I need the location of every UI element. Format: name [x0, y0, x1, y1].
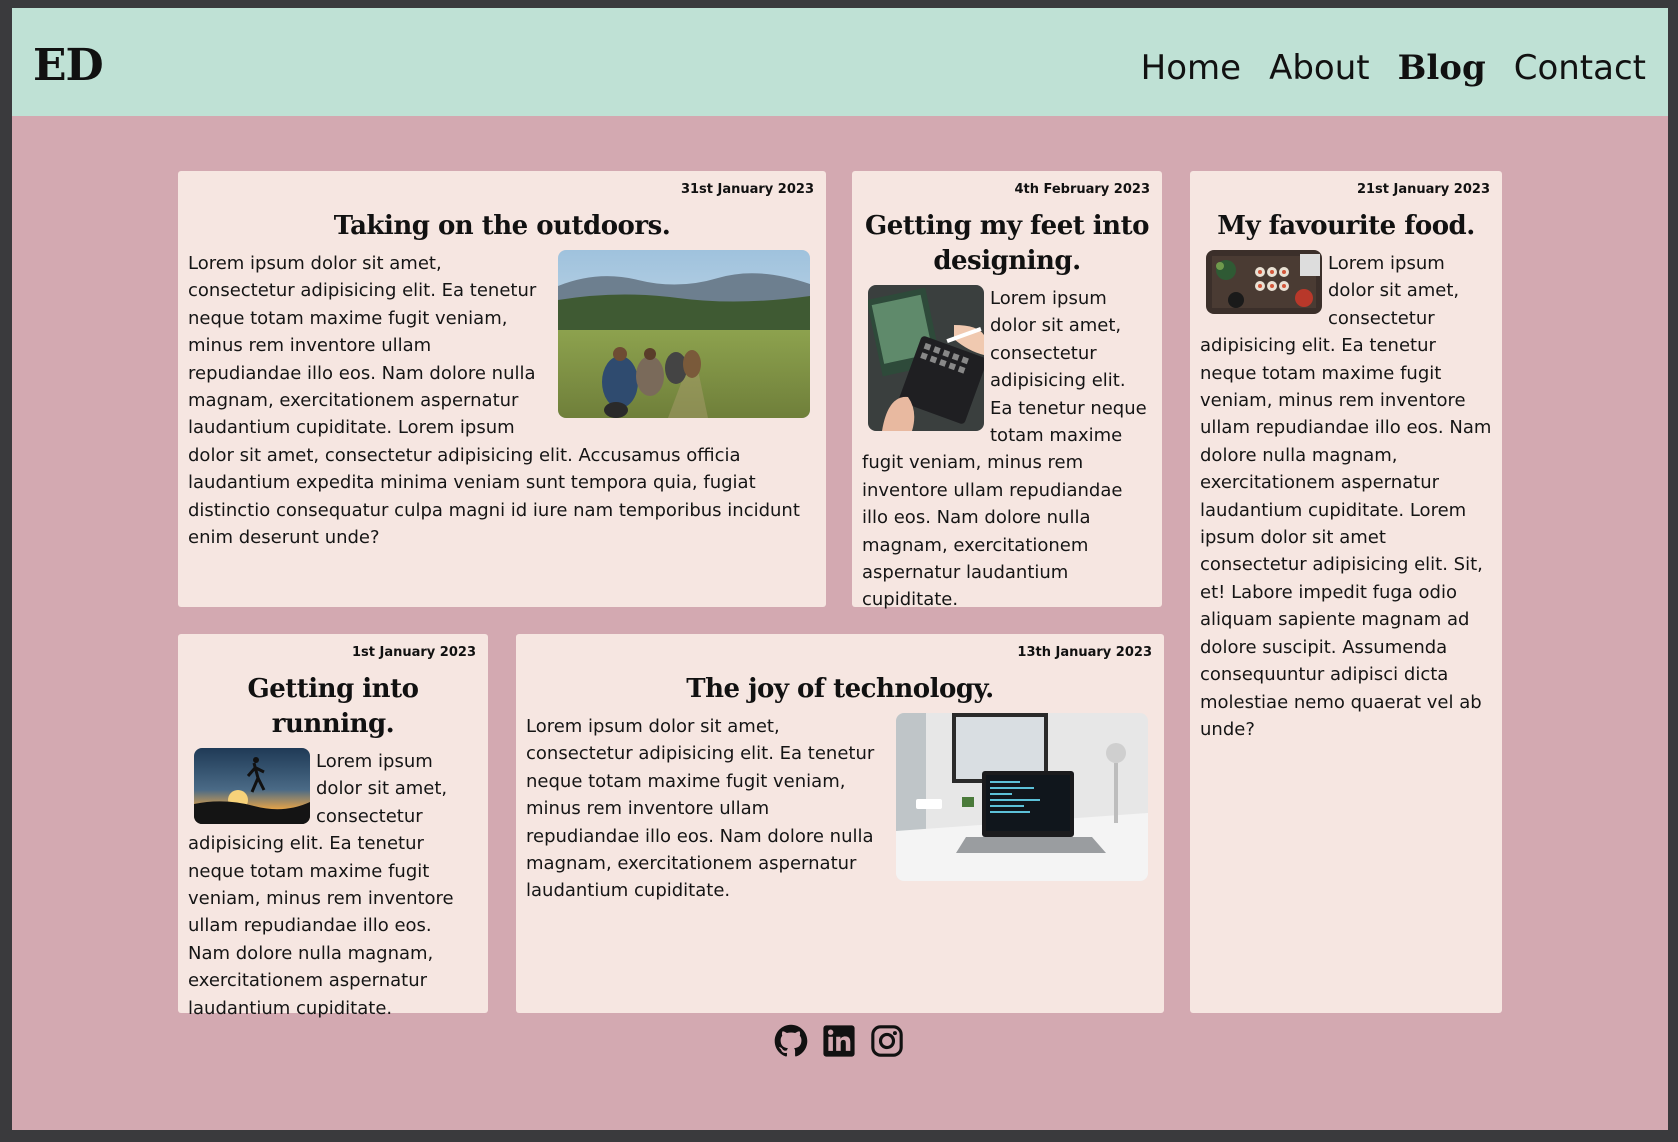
github-icon[interactable] [774, 1024, 808, 1058]
nav-contact[interactable]: Contact [1514, 46, 1646, 90]
post-date: 4th February 2023 [1014, 182, 1150, 197]
hiking-photo [558, 250, 810, 418]
main-nav: Home About Blog Contact [1141, 46, 1646, 90]
blog-card-technology[interactable]: 13th January 2023 The joy of technology. [516, 634, 1164, 1013]
blog-card-running[interactable]: 1st January 2023 Getting into running. L… [178, 634, 488, 1019]
post-date: 1st January 2023 [351, 645, 476, 660]
blog-card-outdoors[interactable]: 31st January 2023 Taking on the outdoors… [178, 171, 826, 607]
nav-home[interactable]: Home [1141, 46, 1241, 90]
nav-about[interactable]: About [1269, 46, 1370, 90]
site-logo[interactable]: ED [33, 40, 104, 92]
post-date: 21st January 2023 [1356, 182, 1490, 197]
nav-blog[interactable]: Blog [1398, 46, 1486, 90]
post-title[interactable]: Taking on the outdoors. [188, 209, 816, 244]
social-links [774, 1024, 904, 1058]
post-title[interactable]: My favourite food. [1200, 209, 1492, 244]
post-title[interactable]: The joy of technology. [526, 672, 1154, 707]
blog-card-food[interactable]: 21st January 2023 My favourite food. Lor… [1190, 171, 1502, 1013]
post-date: 31st January 2023 [680, 182, 814, 197]
post-title[interactable]: Getting into running. [188, 672, 478, 742]
post-body: Lorem ipsum dolor sit amet, consectetur … [1200, 253, 1492, 740]
tablet-photo [868, 285, 984, 431]
blog-card-designing[interactable]: 4th February 2023 Getting my feet into d… [852, 171, 1162, 610]
post-body: Lorem ipsum dolor sit amet, consectetur … [526, 716, 875, 902]
site-header: ED Home About Blog Contact [12, 8, 1668, 116]
sushi-photo [1206, 250, 1322, 314]
laptop-photo [896, 713, 1148, 881]
post-title[interactable]: Getting my feet into designing. [862, 209, 1152, 279]
post-date: 13th January 2023 [1017, 645, 1152, 660]
linkedin-icon[interactable] [822, 1024, 856, 1058]
runner-photo [194, 748, 310, 824]
instagram-icon[interactable] [870, 1024, 904, 1058]
page-window: ED Home About Blog Contact 31st January … [12, 8, 1668, 1130]
